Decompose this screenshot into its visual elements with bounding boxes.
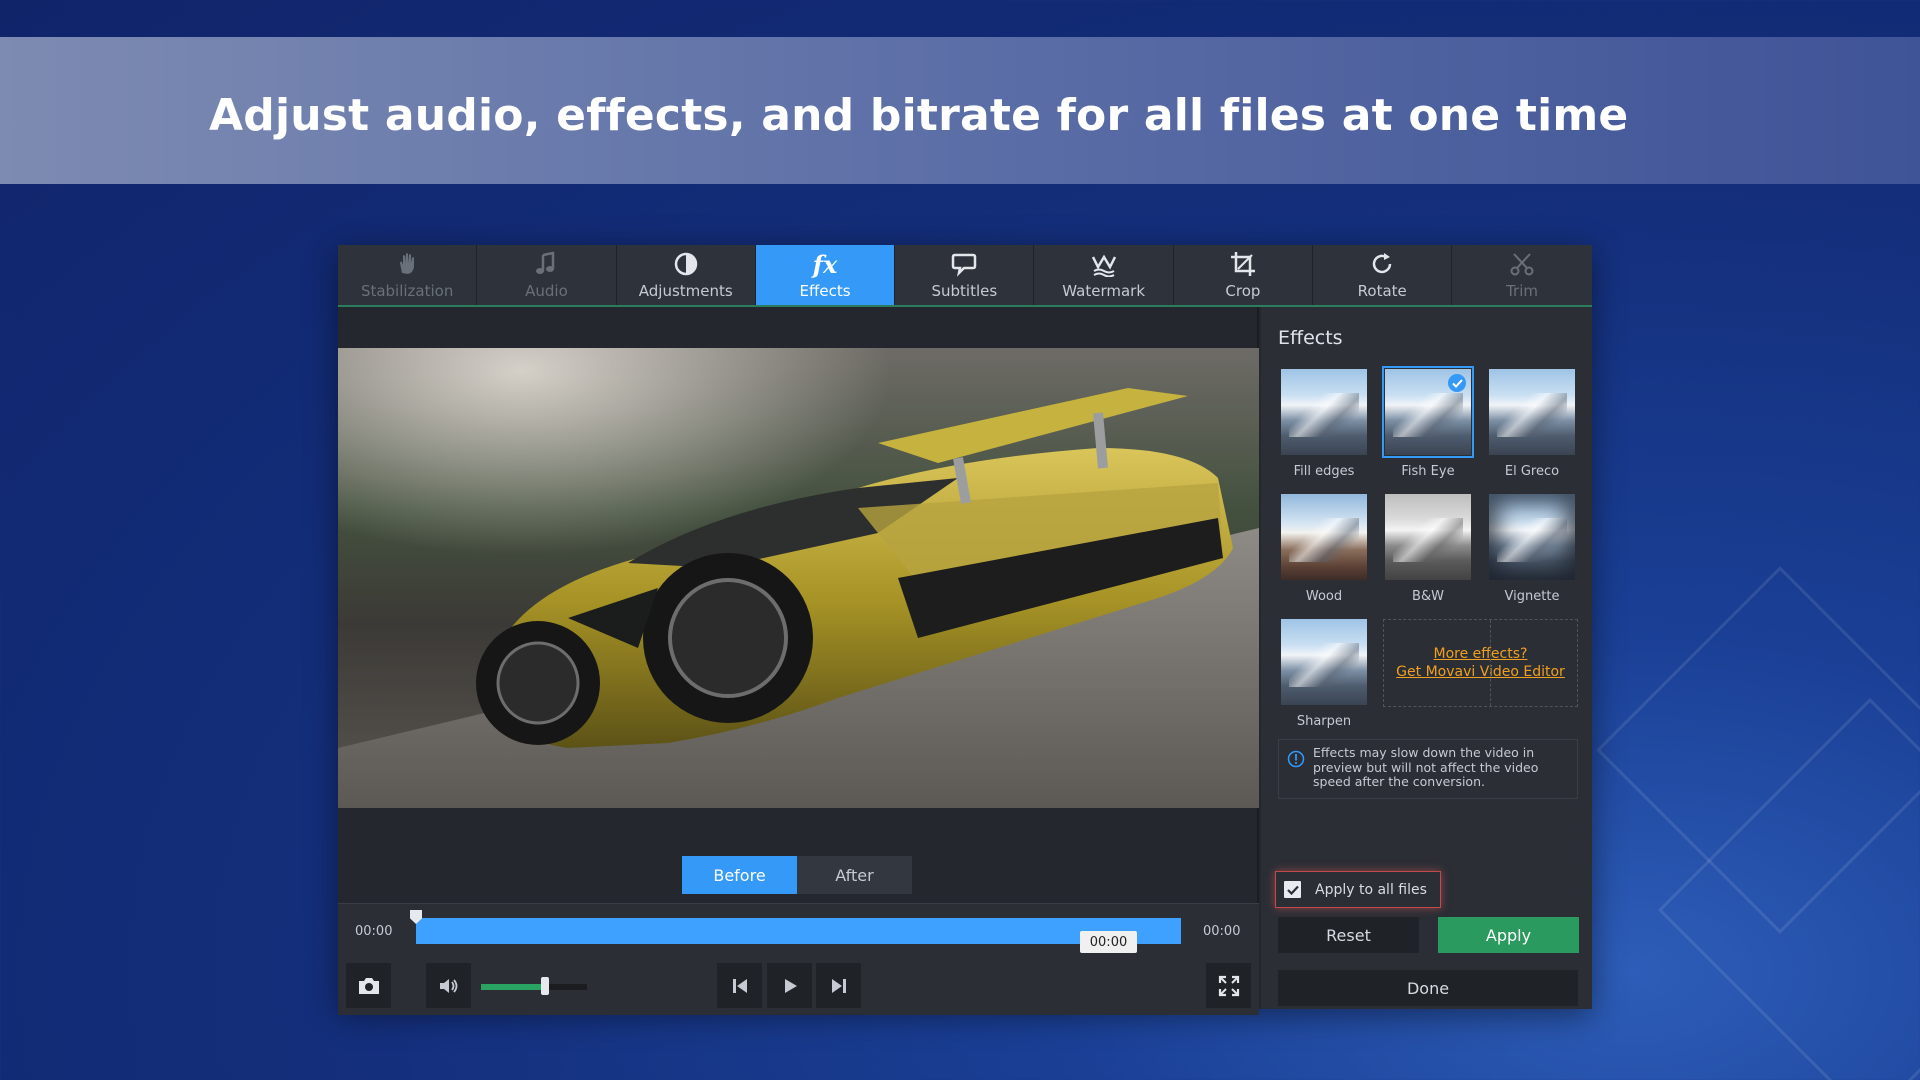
selected-check-icon bbox=[1448, 374, 1466, 392]
volume-knob[interactable] bbox=[541, 977, 549, 995]
effect-label: Sharpen bbox=[1278, 714, 1370, 729]
music-note-icon bbox=[534, 250, 558, 278]
skip-back-icon bbox=[731, 977, 749, 995]
watermark-icon bbox=[1090, 250, 1118, 278]
previous-frame-button[interactable] bbox=[717, 963, 762, 1008]
effect-vignette[interactable]: Vignette bbox=[1486, 494, 1578, 604]
effect-el-greco[interactable]: El Greco bbox=[1486, 369, 1578, 479]
mute-button[interactable] bbox=[426, 963, 471, 1008]
effect-thumbnail bbox=[1385, 369, 1471, 455]
info-icon bbox=[1287, 750, 1305, 768]
effect-thumbnail bbox=[1281, 369, 1367, 455]
more-effects-link[interactable]: More effects? bbox=[1434, 646, 1528, 662]
apply-to-all-checkbox[interactable]: Apply to all files bbox=[1275, 871, 1441, 908]
tab-label: Effects bbox=[800, 282, 851, 300]
info-notice: Effects may slow down the video in previ… bbox=[1278, 739, 1578, 799]
tab-crop[interactable]: Crop bbox=[1174, 245, 1313, 305]
effect-thumbnail bbox=[1489, 494, 1575, 580]
done-button[interactable]: Done bbox=[1278, 970, 1578, 1006]
speech-bubble-icon bbox=[950, 250, 978, 278]
more-effects-box: More effects? Get Movavi Video Editor bbox=[1383, 619, 1578, 707]
tab-rotate[interactable]: Rotate bbox=[1313, 245, 1452, 305]
panel-title: Effects bbox=[1278, 327, 1343, 349]
effect-thumbnail bbox=[1385, 494, 1471, 580]
headline: Adjust audio, effects, and bitrate for a… bbox=[209, 90, 1628, 141]
effect-wood[interactable]: Wood bbox=[1278, 494, 1370, 604]
play-button[interactable] bbox=[767, 963, 812, 1008]
tab-label: Crop bbox=[1225, 282, 1260, 300]
tab-label: Adjustments bbox=[639, 282, 733, 300]
fullscreen-icon bbox=[1218, 975, 1240, 997]
divider bbox=[1490, 620, 1491, 706]
rotate-icon bbox=[1369, 250, 1395, 278]
hand-icon bbox=[394, 250, 420, 278]
volume-slider[interactable] bbox=[481, 984, 587, 990]
playback-controls bbox=[338, 957, 1259, 1015]
info-text: Effects may slow down the video in previ… bbox=[1313, 746, 1573, 790]
tab-label: Rotate bbox=[1358, 282, 1407, 300]
get-editor-link[interactable]: Get Movavi Video Editor bbox=[1396, 664, 1565, 680]
volume-fill bbox=[481, 984, 545, 990]
fx-icon: fx bbox=[813, 250, 838, 278]
tab-label: Trim bbox=[1506, 282, 1538, 300]
effect-label: Wood bbox=[1278, 589, 1370, 604]
effect-label: El Greco bbox=[1486, 464, 1578, 479]
tab-audio[interactable]: Audio bbox=[477, 245, 616, 305]
speaker-icon bbox=[438, 976, 460, 996]
next-frame-button[interactable] bbox=[816, 963, 861, 1008]
progress-bar[interactable] bbox=[416, 918, 1181, 944]
tab-label: Audio bbox=[525, 282, 568, 300]
before-button[interactable]: Before bbox=[682, 856, 797, 894]
tab-adjustments[interactable]: Adjustments bbox=[617, 245, 756, 305]
timeline: 00:00 00:00 00:00 bbox=[338, 903, 1259, 957]
tab-watermark[interactable]: Watermark bbox=[1034, 245, 1173, 305]
total-time: 00:00 bbox=[1203, 924, 1240, 939]
effect-thumbnail bbox=[1489, 369, 1575, 455]
skip-forward-icon bbox=[830, 977, 848, 995]
tab-label: Subtitles bbox=[931, 282, 997, 300]
checkbox-checked-icon[interactable] bbox=[1284, 881, 1301, 898]
reset-button[interactable]: Reset bbox=[1278, 917, 1419, 953]
app-window: Stabilization Audio Adjustments fx Effec… bbox=[338, 245, 1592, 1009]
camera-icon bbox=[357, 976, 381, 996]
effect-thumbnail bbox=[1281, 619, 1367, 705]
effect-thumbnail bbox=[1281, 494, 1367, 580]
video-preview bbox=[338, 348, 1259, 808]
effect-label: Fill edges bbox=[1278, 464, 1370, 479]
tab-label: Watermark bbox=[1062, 282, 1145, 300]
tab-stabilization[interactable]: Stabilization bbox=[338, 245, 477, 305]
effect-bw[interactable]: B&W bbox=[1382, 494, 1474, 604]
current-time: 00:00 bbox=[355, 924, 392, 939]
after-button[interactable]: After bbox=[797, 856, 912, 894]
car-image bbox=[338, 348, 1259, 808]
apply-button[interactable]: Apply bbox=[1438, 917, 1579, 953]
effect-label: B&W bbox=[1382, 589, 1474, 604]
effect-label: Vignette bbox=[1486, 589, 1578, 604]
effects-panel: Effects Fill edges Fish Eye El Greco Woo… bbox=[1261, 307, 1592, 1009]
snapshot-button[interactable] bbox=[346, 963, 391, 1008]
effect-fill-edges[interactable]: Fill edges bbox=[1278, 369, 1370, 479]
tool-tabs: Stabilization Audio Adjustments fx Effec… bbox=[338, 245, 1592, 307]
playhead-tooltip: 00:00 bbox=[1080, 931, 1137, 953]
scissors-icon bbox=[1509, 250, 1535, 278]
tab-subtitles[interactable]: Subtitles bbox=[895, 245, 1034, 305]
headline-banner: Adjust audio, effects, and bitrate for a… bbox=[0, 37, 1920, 184]
tab-trim[interactable]: Trim bbox=[1452, 245, 1591, 305]
tab-label: Stabilization bbox=[361, 282, 453, 300]
play-icon bbox=[781, 977, 799, 995]
effect-label: Fish Eye bbox=[1382, 464, 1474, 479]
effect-fish-eye[interactable]: Fish Eye bbox=[1382, 369, 1474, 479]
before-after-toggle: Before After bbox=[682, 856, 912, 894]
crop-icon bbox=[1229, 250, 1257, 278]
contrast-icon bbox=[673, 250, 699, 278]
fullscreen-button[interactable] bbox=[1206, 963, 1251, 1008]
tab-effects[interactable]: fx Effects bbox=[756, 245, 895, 305]
effect-sharpen[interactable]: Sharpen bbox=[1278, 619, 1370, 729]
apply-to-all-label: Apply to all files bbox=[1315, 882, 1427, 898]
